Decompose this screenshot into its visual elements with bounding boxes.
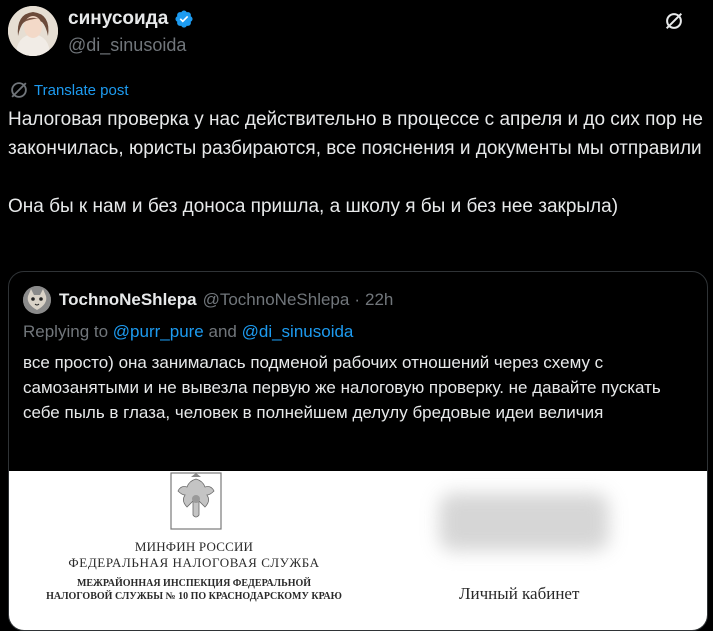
quoted-author-display-name: TochnoNeShlepa [59,290,197,309]
replying-to-line: Replying to @purr_pure and @di_sinusoida [23,322,353,342]
emblem-icon [170,472,222,530]
globe-icon [11,82,27,98]
mention-link-2[interactable]: @di_sinusoida [242,322,354,341]
quoted-image[interactable]: МИНФИН РОССИИ ФЕДЕРАЛЬНАЯ НАЛОГОВАЯ СЛУЖ… [9,471,707,630]
grok-icon[interactable] [663,10,685,32]
translate-post-label: Translate post [34,81,129,99]
org-line-2: ФЕДЕРАЛЬНАЯ НАЛОГОВАЯ СЛУЖБА [68,555,320,570]
verified-badge-icon [175,10,193,28]
author-handle[interactable]: @di_sinusoida [68,35,186,56]
quoted-timestamp: 22h [365,290,394,309]
replying-to-joiner: and [208,322,237,341]
org-line-1: МИНФИН РОССИИ [134,539,254,554]
author-display-name[interactable]: синусоида [68,8,168,30]
translate-post-link[interactable]: Translate post [8,79,129,101]
replying-to-label: Replying to [23,322,109,341]
post-header: синусоида @di_sinusoida [0,0,713,64]
quoted-author-avatar [23,286,51,314]
mention-link-1[interactable]: @purr_pure [113,322,204,341]
quoted-author-handle: @TochnoNeShlepa [202,290,350,309]
quoted-text: все просто) она занималась подменой рабо… [23,353,661,422]
quoted-tweet[interactable]: TochnoNeShlepa @TochnoNeShlepa · 22h Rep… [8,271,708,631]
separator-dot: · [354,290,361,309]
personal-cabinet-label: Личный кабинет [459,584,580,603]
post-text: Налоговая проверка у нас действительно в… [8,109,703,217]
org-line-3: МЕЖРАЙОННАЯ ИНСПЕКЦИЯ ФЕДЕРАЛЬНОЙ НАЛОГО… [46,578,342,602]
author-avatar[interactable] [8,6,58,56]
blurred-region [439,493,609,551]
